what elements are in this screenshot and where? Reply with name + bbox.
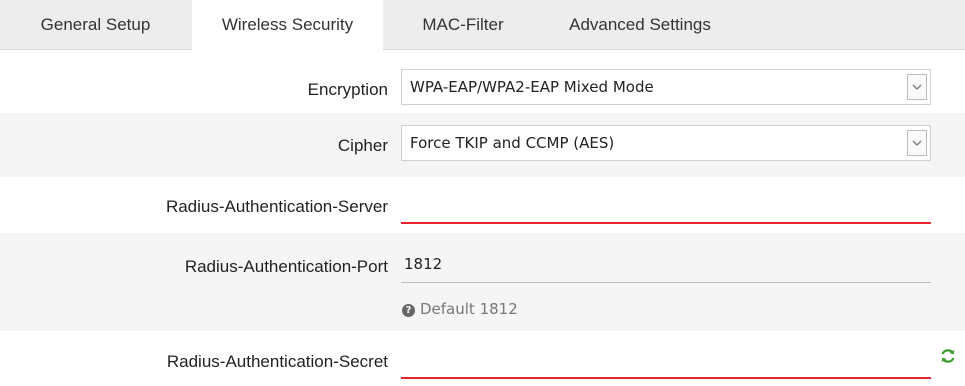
cipher-select[interactable]: Force TKIP and CCMP (AES): [401, 125, 931, 161]
auth-port-row: Radius-Authentication-Port 1812 ? Default…: [0, 233, 965, 331]
auth-secret-row: Radius-Authentication-Secret: [0, 331, 965, 386]
chevron-down-icon[interactable]: [907, 130, 927, 156]
tab-mac-filter[interactable]: MAC-Filter: [400, 0, 526, 50]
tab-advanced-settings[interactable]: Advanced Settings: [540, 0, 740, 50]
auth-port-hint: ? Default 1812: [402, 300, 518, 318]
cipher-label: Cipher: [337, 136, 388, 155]
tab-wireless-security[interactable]: Wireless Security: [192, 0, 383, 51]
encryption-value: WPA-EAP/WPA2-EAP Mixed Mode: [410, 78, 654, 96]
auth-server-row: Radius-Authentication-Server: [0, 177, 965, 233]
cipher-row: Cipher Force TKIP and CCMP (AES): [0, 113, 965, 177]
encryption-row: Encryption WPA-EAP/WPA2-EAP Mixed Mode: [0, 51, 965, 113]
auth-port-label: Radius-Authentication-Port: [184, 257, 388, 276]
auth-server-label: Radius-Authentication-Server: [165, 197, 388, 216]
auth-port-input[interactable]: 1812: [401, 249, 931, 283]
cipher-value: Force TKIP and CCMP (AES): [410, 134, 615, 152]
question-circle-icon: ?: [402, 304, 415, 317]
auth-secret-input[interactable]: [401, 345, 931, 379]
auth-secret-label: Radius-Authentication-Secret: [166, 352, 388, 371]
tab-general-setup[interactable]: General Setup: [17, 0, 174, 50]
auth-port-hint-text: Default 1812: [420, 300, 518, 318]
chevron-down-icon[interactable]: [907, 74, 927, 100]
auth-server-input[interactable]: [401, 190, 931, 224]
refresh-icon[interactable]: [939, 347, 957, 365]
auth-port-value: 1812: [404, 255, 443, 273]
encryption-label: Encryption: [307, 80, 388, 99]
tab-bar: General Setup Wireless Security MAC-Filt…: [0, 0, 965, 51]
encryption-select[interactable]: WPA-EAP/WPA2-EAP Mixed Mode: [401, 69, 931, 105]
